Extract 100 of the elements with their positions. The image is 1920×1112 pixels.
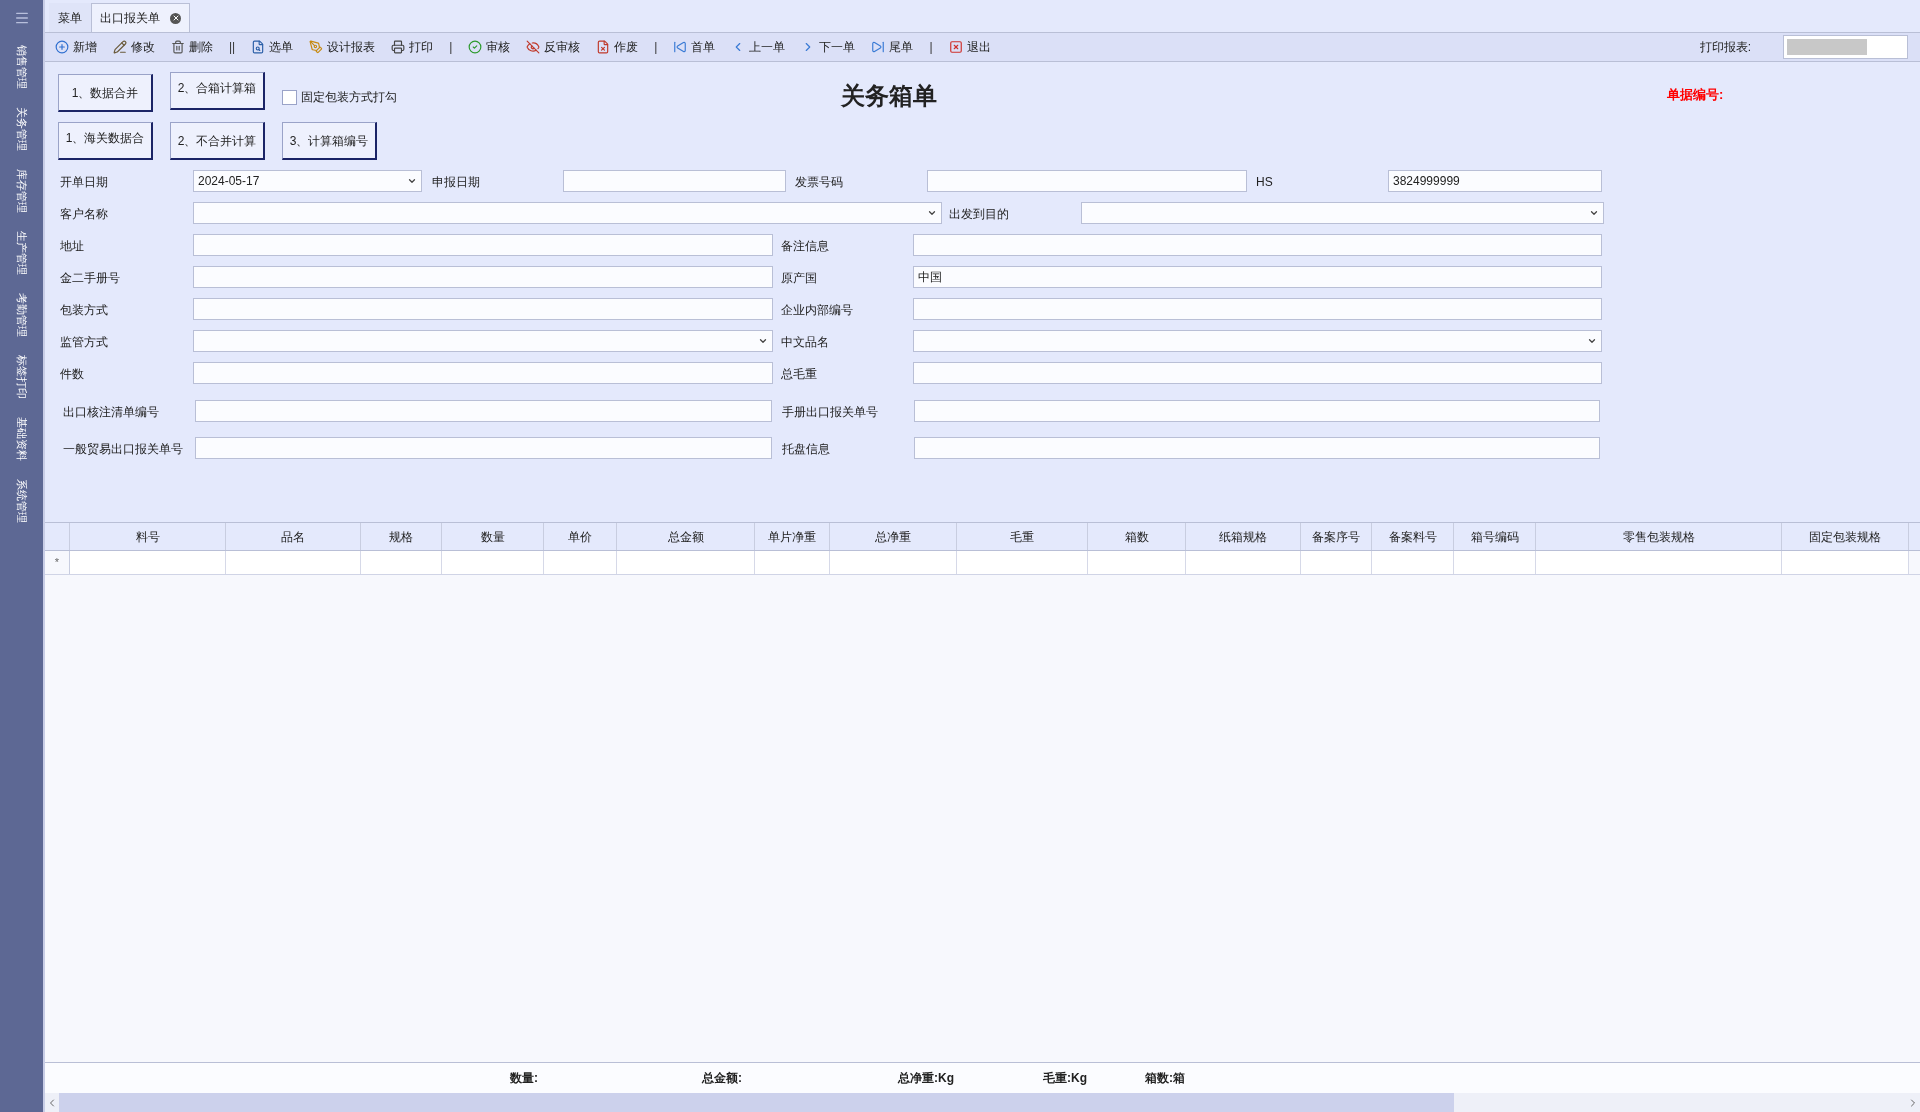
input-field[interactable] bbox=[193, 266, 773, 288]
input-field[interactable] bbox=[927, 170, 1247, 192]
table-row[interactable]: * bbox=[45, 551, 1920, 575]
plus-circle-icon bbox=[55, 40, 69, 54]
toolbar-button[interactable]: 首单 bbox=[673, 36, 716, 58]
pencil-icon bbox=[113, 40, 127, 54]
column-header[interactable]: 箱号编码 bbox=[1454, 523, 1536, 550]
menu-icon[interactable] bbox=[13, 10, 30, 26]
column-header[interactable]: 单片净重 bbox=[755, 523, 830, 550]
form-title: 关务箱单 bbox=[841, 81, 937, 111]
scrollbar-thumb[interactable] bbox=[59, 1093, 1454, 1112]
toolbar-button[interactable]: 退出 bbox=[948, 36, 991, 58]
table-cell[interactable] bbox=[361, 551, 442, 574]
horizontal-scrollbar[interactable] bbox=[45, 1093, 1920, 1112]
toolbar-button[interactable]: 作废 bbox=[596, 36, 639, 58]
toolbar-button[interactable]: 修改 bbox=[113, 36, 155, 58]
toolbar-button[interactable]: 选单 bbox=[251, 36, 294, 58]
column-header[interactable]: 单价 bbox=[544, 523, 617, 550]
sidebar-item[interactable]: 生产管理 bbox=[11, 222, 32, 284]
toolbar-button[interactable]: 反审核 bbox=[526, 36, 581, 58]
dropdown-field[interactable] bbox=[193, 202, 942, 224]
sidebar-item[interactable]: 销售管理 bbox=[11, 36, 32, 98]
sidebar-item[interactable]: 标签打印 bbox=[11, 346, 32, 408]
input-field[interactable]: 中国 bbox=[913, 266, 1602, 288]
table-cell[interactable] bbox=[1186, 551, 1301, 574]
skip-forward-icon bbox=[871, 40, 886, 54]
checkbox[interactable] bbox=[282, 89, 297, 105]
action-button[interactable]: 2、合箱计算箱 bbox=[170, 72, 265, 110]
field-label: 金二手册号 bbox=[60, 271, 120, 285]
input-field[interactable] bbox=[914, 399, 1600, 422]
dropdown-field[interactable] bbox=[1081, 202, 1604, 224]
toolbar-button[interactable]: 下一单 bbox=[801, 36, 856, 58]
sidebar-item[interactable]: 基础资料 bbox=[11, 408, 32, 470]
column-header[interactable]: 备案料号 bbox=[1372, 523, 1454, 550]
toolbar-button[interactable]: 审核 bbox=[468, 36, 511, 58]
toolbar-button[interactable]: 尾单 bbox=[871, 36, 914, 58]
input-field[interactable] bbox=[913, 298, 1602, 320]
table-cell[interactable] bbox=[957, 551, 1088, 574]
sidebar-item[interactable]: 库存管理 bbox=[11, 160, 32, 222]
input-field[interactable] bbox=[195, 399, 772, 422]
table-cell[interactable] bbox=[1782, 551, 1909, 574]
toolbar-button[interactable]: 上一单 bbox=[731, 36, 786, 58]
table-cell[interactable] bbox=[226, 551, 361, 574]
column-header[interactable]: 毛重 bbox=[957, 523, 1088, 550]
dropdown-field[interactable] bbox=[913, 330, 1602, 352]
input-field[interactable] bbox=[193, 362, 773, 384]
sidebar-item[interactable]: 考勤管理 bbox=[11, 284, 32, 346]
input-field[interactable] bbox=[195, 436, 772, 459]
column-header[interactable]: 箱数 bbox=[1088, 523, 1186, 550]
column-header[interactable]: 总净重 bbox=[830, 523, 957, 550]
total-label: 毛重:Kg bbox=[1043, 1070, 1087, 1087]
input-field[interactable]: 3824999999 bbox=[1388, 170, 1602, 192]
table-cell[interactable] bbox=[544, 551, 617, 574]
table-cell[interactable] bbox=[1372, 551, 1454, 574]
table-cell[interactable] bbox=[70, 551, 226, 574]
report-select[interactable] bbox=[1783, 35, 1908, 59]
column-header[interactable]: 料号 bbox=[70, 523, 226, 550]
sidebar-item[interactable]: 系统管理 bbox=[11, 470, 32, 532]
column-header[interactable]: 备案序号 bbox=[1301, 523, 1372, 550]
toolbar-button[interactable]: 删除 bbox=[171, 36, 213, 58]
table-cell[interactable] bbox=[1301, 551, 1372, 574]
column-header[interactable]: 纸箱规格 bbox=[1186, 523, 1301, 550]
printer-icon bbox=[391, 40, 406, 54]
input-field[interactable] bbox=[913, 234, 1602, 256]
toolbar-separator: | bbox=[654, 39, 658, 56]
toolbar-button[interactable]: 设计报表 bbox=[309, 36, 376, 58]
column-header[interactable]: 固定包装规格 bbox=[1782, 523, 1909, 550]
action-button[interactable]: 3、计算箱编号 bbox=[282, 122, 377, 160]
column-header[interactable]: 数量 bbox=[442, 523, 544, 550]
tab[interactable]: 菜单 bbox=[49, 3, 91, 32]
input-field[interactable] bbox=[193, 298, 773, 320]
table-cell[interactable] bbox=[830, 551, 957, 574]
toolbar-button[interactable]: 打印 bbox=[391, 36, 434, 58]
input-field[interactable] bbox=[563, 170, 786, 192]
dropdown-field[interactable] bbox=[193, 330, 773, 352]
dropdown-field[interactable]: 2024-05-17 bbox=[193, 170, 422, 192]
table-cell[interactable] bbox=[755, 551, 830, 574]
action-button[interactable]: 1、海关数据合 bbox=[58, 122, 153, 160]
column-header[interactable]: 总金额 bbox=[617, 523, 755, 550]
field-label: 托盘信息 bbox=[782, 441, 830, 456]
table-cell[interactable] bbox=[617, 551, 755, 574]
input-field[interactable] bbox=[193, 234, 773, 256]
document-number-label: 单据编号: bbox=[1667, 87, 1724, 102]
table-cell[interactable] bbox=[1454, 551, 1536, 574]
field-label: 企业内部编号 bbox=[781, 303, 853, 317]
tab[interactable]: 出口报关单 bbox=[91, 3, 190, 32]
action-button[interactable]: 1、数据合并 bbox=[58, 74, 153, 112]
table-cell[interactable] bbox=[442, 551, 544, 574]
input-field[interactable] bbox=[913, 362, 1602, 384]
action-button[interactable]: 2、不合并计算 bbox=[170, 122, 265, 160]
table-cell[interactable] bbox=[1536, 551, 1782, 574]
column-header[interactable]: 零售包装规格 bbox=[1536, 523, 1782, 550]
column-header[interactable]: 规格 bbox=[361, 523, 442, 550]
sidebar-item[interactable]: 关务管理 bbox=[11, 98, 32, 160]
field-label: 原产国 bbox=[781, 271, 817, 285]
table-cell[interactable] bbox=[1088, 551, 1186, 574]
column-header[interactable]: 品名 bbox=[226, 523, 361, 550]
input-field[interactable] bbox=[914, 436, 1600, 459]
close-icon[interactable] bbox=[170, 12, 181, 24]
toolbar-button[interactable]: 新增 bbox=[55, 36, 97, 58]
